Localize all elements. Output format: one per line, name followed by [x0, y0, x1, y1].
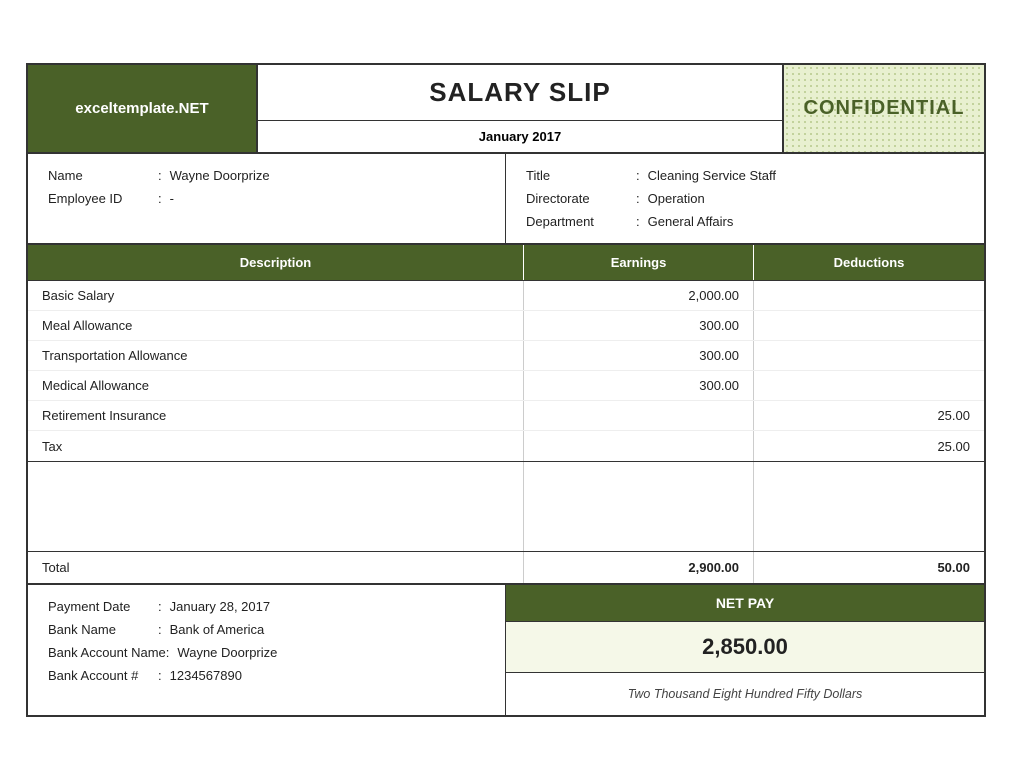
bank-account-name-row: Bank Account Name : Wayne Doorprize [48, 641, 485, 664]
total-row: Total 2,900.00 50.00 [28, 552, 984, 585]
footer: Payment Date : January 28, 2017 Bank Nam… [28, 585, 984, 715]
row-earnings [524, 431, 754, 461]
employee-info-left: Name : Wayne Doorprize Employee ID : - [28, 154, 506, 243]
department-label: Department [526, 214, 636, 229]
row-earnings: 300.00 [524, 371, 754, 400]
bank-account-name-label: Bank Account Name [48, 645, 166, 660]
employee-id-row: Employee ID : - [48, 187, 485, 210]
title-row: Title : Cleaning Service Staff [526, 164, 964, 187]
table-row: Basic Salary2,000.00 [28, 281, 984, 311]
row-earnings [524, 401, 754, 430]
col-description: Description [28, 245, 524, 280]
net-pay-label: NET PAY [506, 585, 984, 622]
net-pay-value: 2,850.00 [506, 622, 984, 673]
employee-id-label: Employee ID [48, 191, 158, 206]
footer-right: NET PAY 2,850.00 Two Thousand Eight Hund… [506, 585, 984, 715]
net-pay-words: Two Thousand Eight Hundred Fifty Dollars [506, 673, 984, 715]
header: exceltemplate.NET SALARY SLIP January 20… [28, 65, 984, 154]
bank-name-value: Bank of America [170, 622, 265, 637]
bank-account-num-row: Bank Account # : 1234567890 [48, 664, 485, 687]
table-row: Medical Allowance300.00 [28, 371, 984, 401]
date-row: January 2017 [258, 121, 782, 152]
department-value: General Affairs [648, 214, 734, 229]
name-label: Name [48, 168, 158, 183]
confidential-box: CONFIDENTIAL [784, 65, 984, 152]
table-row: Retirement Insurance 25.00 [28, 401, 984, 431]
row-earnings: 300.00 [524, 341, 754, 370]
confidential-label: CONFIDENTIAL [804, 97, 965, 120]
row-deductions [754, 281, 984, 310]
table-body: Basic Salary2,000.00Meal Allowance300.00… [28, 281, 984, 462]
row-deductions [754, 341, 984, 370]
table-row: Meal Allowance300.00 [28, 311, 984, 341]
row-deductions [754, 311, 984, 340]
footer-left: Payment Date : January 28, 2017 Bank Nam… [28, 585, 506, 715]
col-earnings: Earnings [524, 245, 754, 280]
row-deductions [754, 371, 984, 400]
table-row: Tax 25.00 [28, 431, 984, 461]
logo: exceltemplate.NET [28, 65, 258, 152]
blank-spacer [28, 462, 984, 552]
directorate-row: Directorate : Operation [526, 187, 964, 210]
bank-account-num-label: Bank Account # [48, 668, 158, 683]
row-description: Meal Allowance [28, 311, 524, 340]
bank-account-name-value: Wayne Doorprize [177, 645, 277, 660]
name-value: Wayne Doorprize [170, 168, 270, 183]
table-row: Transportation Allowance300.00 [28, 341, 984, 371]
slip-title: SALARY SLIP [429, 77, 610, 108]
payment-date-label: Payment Date [48, 599, 158, 614]
logo-text: exceltemplate.NET [75, 100, 208, 117]
row-description: Tax [28, 431, 524, 461]
row-earnings: 300.00 [524, 311, 754, 340]
row-deductions: 25.00 [754, 431, 984, 461]
row-description: Medical Allowance [28, 371, 524, 400]
total-label: Total [28, 552, 524, 583]
header-center: SALARY SLIP January 2017 [258, 65, 784, 152]
bank-name-label: Bank Name [48, 622, 158, 637]
payment-date-row: Payment Date : January 28, 2017 [48, 595, 485, 618]
total-earnings: 2,900.00 [524, 552, 754, 583]
directorate-value: Operation [648, 191, 705, 206]
bank-name-row: Bank Name : Bank of America [48, 618, 485, 641]
employee-info-right: Title : Cleaning Service Staff Directora… [506, 154, 984, 243]
row-description: Basic Salary [28, 281, 524, 310]
row-earnings: 2,000.00 [524, 281, 754, 310]
row-deductions: 25.00 [754, 401, 984, 430]
bank-account-num-value: 1234567890 [170, 668, 242, 683]
title-value: Cleaning Service Staff [648, 168, 776, 183]
employee-id-value: - [170, 191, 174, 206]
total-deductions: 50.00 [754, 552, 984, 583]
row-description: Retirement Insurance [28, 401, 524, 430]
title-label: Title [526, 168, 636, 183]
payment-date-value: January 28, 2017 [170, 599, 270, 614]
title-row: SALARY SLIP [258, 65, 782, 121]
table-header: Description Earnings Deductions [28, 245, 984, 281]
row-description: Transportation Allowance [28, 341, 524, 370]
directorate-label: Directorate [526, 191, 636, 206]
slip-date: January 2017 [479, 129, 561, 144]
employee-info: Name : Wayne Doorprize Employee ID : - T… [28, 154, 984, 245]
salary-slip: exceltemplate.NET SALARY SLIP January 20… [26, 63, 986, 717]
col-deductions: Deductions [754, 245, 984, 280]
name-row: Name : Wayne Doorprize [48, 164, 485, 187]
department-row: Department : General Affairs [526, 210, 964, 233]
